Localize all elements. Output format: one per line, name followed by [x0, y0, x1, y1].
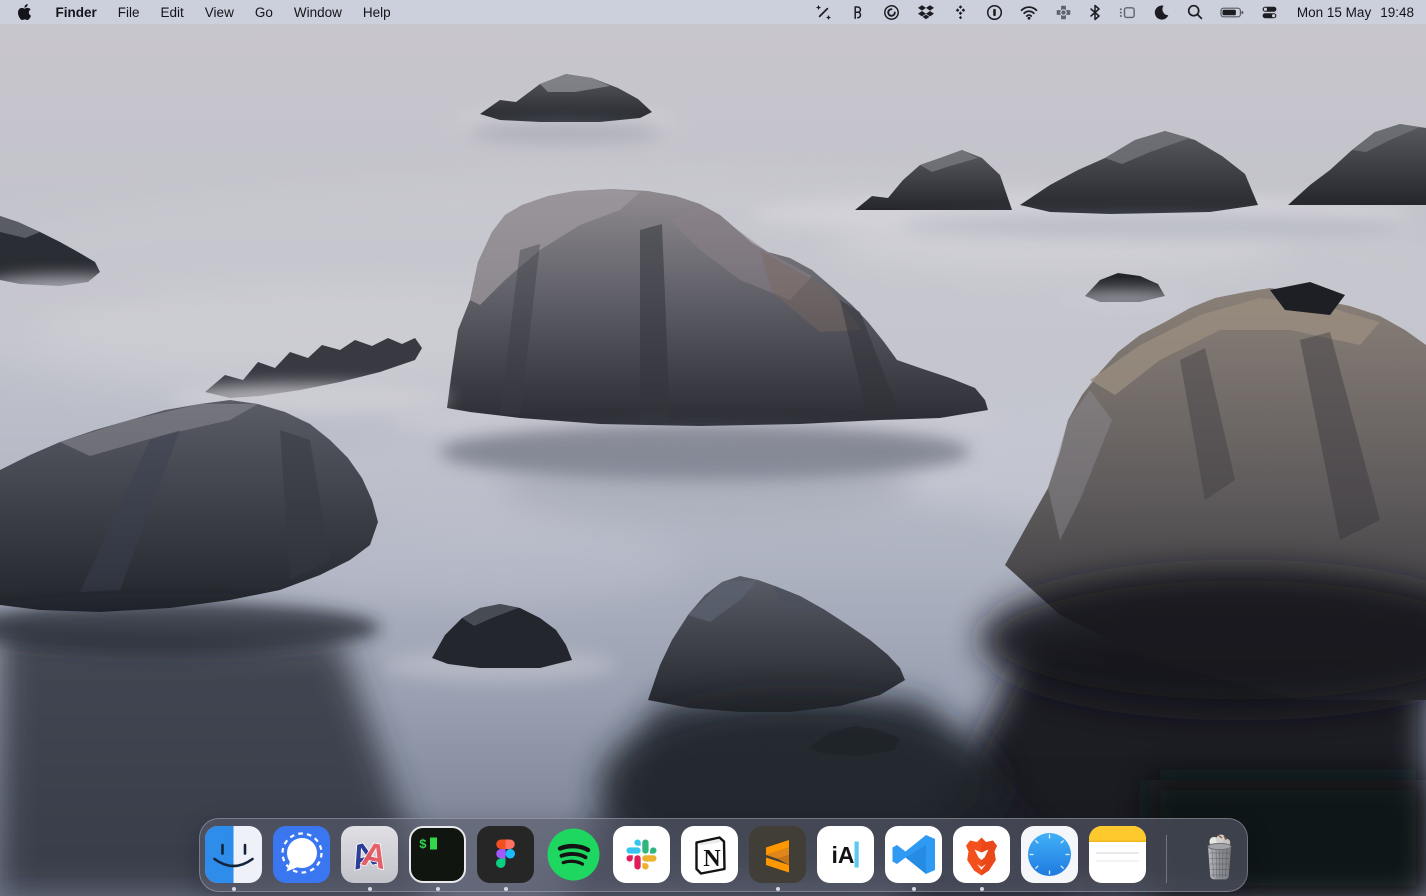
- sublime-text-icon: [749, 826, 806, 883]
- safari-icon: [1021, 826, 1078, 883]
- dock-item-finder[interactable]: [205, 826, 262, 883]
- menu-go[interactable]: Go: [244, 5, 283, 20]
- ia-writer-icon: iA: [817, 826, 874, 883]
- menu-help[interactable]: Help: [352, 5, 401, 20]
- menu-bar-clock[interactable]: Mon 15 May 19:48: [1297, 5, 1414, 20]
- slack-icon: [613, 826, 670, 883]
- figma-agent-icon[interactable]: [849, 0, 866, 24]
- apple-icon: [18, 4, 31, 20]
- menu-app-name[interactable]: Finder: [45, 5, 107, 20]
- brave-icon: [953, 826, 1010, 883]
- a-logo-icon: A A: [341, 826, 398, 883]
- running-indicator: [368, 887, 372, 891]
- 1password-icon[interactable]: [986, 0, 1003, 24]
- dock-item-slack[interactable]: [613, 826, 670, 883]
- dock-item-vscode[interactable]: [885, 826, 942, 883]
- running-indicator: [912, 887, 916, 891]
- figma-icon: [477, 826, 534, 883]
- dock-item-notion[interactable]: N: [681, 826, 738, 883]
- finder-icon: [205, 826, 262, 883]
- svg-text:iA: iA: [832, 842, 855, 868]
- clock-time: 19:48: [1380, 5, 1414, 20]
- dock-item-a-app[interactable]: A A: [341, 826, 398, 883]
- battery-icon[interactable]: [1220, 0, 1244, 24]
- setapp-icon[interactable]: [952, 0, 969, 24]
- vscode-icon: [885, 826, 942, 883]
- notes-icon: [1089, 826, 1146, 883]
- creative-cloud-icon[interactable]: [883, 0, 900, 24]
- dock-item-terminal[interactable]: $: [409, 826, 466, 883]
- notion-icon: N: [681, 826, 738, 883]
- svg-text:$: $: [419, 837, 427, 852]
- menu-file[interactable]: File: [107, 5, 150, 20]
- signal-icon: [273, 826, 330, 883]
- menu-bar: Finder File Edit View Go Window Help: [0, 0, 1426, 24]
- trash-full-icon: [1191, 826, 1248, 883]
- dock-item-sublime[interactable]: [749, 826, 806, 883]
- running-indicator: [776, 887, 780, 891]
- wallpaper-image: [0, 0, 1426, 896]
- dock-item-notes[interactable]: [1089, 826, 1146, 883]
- running-indicator: [980, 887, 984, 891]
- terminal-icon: $: [409, 826, 466, 883]
- dock-divider: [1166, 835, 1167, 883]
- focus-moon-icon[interactable]: [1153, 0, 1170, 24]
- health-plus-icon[interactable]: [1055, 0, 1072, 24]
- clock-date: Mon 15 May: [1297, 5, 1371, 20]
- running-indicator: [504, 887, 508, 891]
- desktop[interactable]: Finder File Edit View Go Window Help: [0, 0, 1426, 896]
- running-indicator: [436, 887, 440, 891]
- dock-item-trash[interactable]: [1191, 826, 1248, 883]
- control-center-icon[interactable]: [1261, 0, 1278, 24]
- dock-item-signal[interactable]: [273, 826, 330, 883]
- svg-text:N: N: [703, 846, 721, 872]
- spotlight-search-icon[interactable]: [1187, 0, 1203, 24]
- dock-item-spotify[interactable]: [545, 826, 602, 883]
- stage-manager-icon[interactable]: [1118, 0, 1136, 24]
- spotify-icon: [545, 826, 602, 883]
- magic-wand-icon[interactable]: [815, 0, 832, 24]
- wifi-icon[interactable]: [1020, 0, 1038, 24]
- bluetooth-icon[interactable]: [1089, 0, 1101, 24]
- dock-item-figma[interactable]: [477, 826, 534, 883]
- dock: A A $: [199, 818, 1248, 892]
- menu-view[interactable]: View: [194, 5, 244, 20]
- running-indicator: [232, 887, 236, 891]
- dock-item-safari[interactable]: [1021, 826, 1078, 883]
- dropbox-icon[interactable]: [917, 0, 935, 24]
- dock-item-ia-writer[interactable]: iA: [817, 826, 874, 883]
- apple-menu[interactable]: [18, 4, 31, 20]
- dock-item-brave[interactable]: [953, 826, 1010, 883]
- menu-edit[interactable]: Edit: [150, 5, 194, 20]
- menu-window[interactable]: Window: [283, 5, 352, 20]
